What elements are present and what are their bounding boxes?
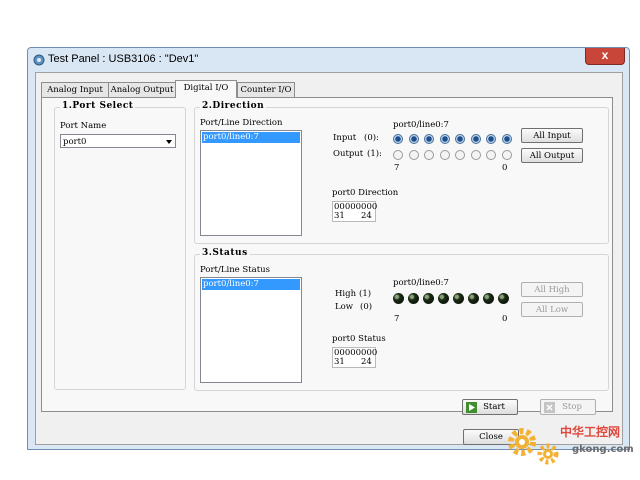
direction-value-label: port0 Direction: [332, 188, 399, 198]
close-icon: x: [601, 48, 609, 62]
high-label: High: [335, 289, 357, 299]
status-led-line-0: [498, 293, 509, 304]
stop-button[interactable]: Stop: [540, 399, 596, 415]
input-label: Input: [333, 133, 357, 143]
all-low-button[interactable]: All Low: [521, 302, 583, 317]
direction-range-hi: 31: [334, 211, 345, 221]
status-led-line-7: [393, 293, 404, 304]
output-radio-line-4[interactable]: [439, 150, 450, 160]
direction-list-label: Port/Line Direction: [200, 118, 283, 128]
tab-counter-io[interactable]: Counter I/O: [237, 82, 295, 97]
output-radio-row: [393, 150, 517, 160]
low-label: Low: [335, 302, 354, 312]
all-output-button[interactable]: All Output: [521, 148, 583, 163]
direction-index-high: 7: [394, 163, 400, 173]
window-title: Test Panel : USB3106 : "Dev1": [48, 53, 199, 65]
input-radio-line-3[interactable]: [455, 134, 465, 144]
input-radio-row: [393, 134, 517, 144]
svg-text:中华工控网: 中华工控网: [560, 424, 620, 439]
digital-io-panel: 1.Port Select Port Name port0 2.Directio…: [41, 97, 613, 415]
high-code: (1): [359, 289, 372, 299]
status-index-low: 0: [502, 314, 508, 324]
gear-icon: [508, 428, 559, 465]
tab-analog-input[interactable]: Analog Input: [41, 82, 109, 97]
all-input-button[interactable]: All Input: [521, 128, 583, 143]
status-value-label: port0 Status: [332, 334, 386, 344]
port-select-title: 1.Port Select: [60, 101, 136, 111]
port-select-group: 1.Port Select Port Name port0: [54, 101, 186, 390]
direction-title: 2.Direction: [200, 101, 267, 111]
tab-digital-io[interactable]: Digital I/O: [175, 80, 237, 98]
chevron-down-icon: [166, 140, 172, 144]
output-radio-line-3[interactable]: [455, 150, 465, 160]
status-list-label: Port/Line Status: [200, 265, 270, 275]
output-radio-line-0[interactable]: [501, 150, 512, 160]
direction-value-box: 00000000 31 24: [332, 201, 377, 222]
all-low-label: All Low: [535, 304, 569, 315]
port-name-label: Port Name: [60, 121, 107, 131]
status-led-line-5: [423, 293, 434, 304]
window-close-button[interactable]: x: [585, 48, 625, 65]
output-radio-line-5[interactable]: [424, 150, 434, 160]
output-radio-line-2[interactable]: [470, 150, 481, 160]
direction-lines-label: port0/line0:7: [393, 120, 449, 130]
output-radio-line-1[interactable]: [486, 150, 496, 160]
port-name-select[interactable]: port0: [60, 134, 176, 148]
status-led-row: [393, 293, 513, 304]
status-list-item[interactable]: port0/line0:7: [202, 279, 300, 290]
status-led-line-1: [483, 293, 494, 304]
status-index-high: 7: [394, 314, 400, 324]
all-output-label: All Output: [529, 150, 575, 161]
all-high-label: All High: [534, 284, 570, 295]
status-title: 3.Status: [200, 248, 250, 258]
app-icon: [33, 54, 45, 66]
start-button[interactable]: Start: [462, 399, 518, 415]
test-panel-window: Test Panel : USB3106 : "Dev1" x Analog I…: [27, 47, 630, 450]
status-led-line-2: [468, 293, 479, 304]
port-name-value: port0: [63, 137, 87, 147]
status-led-line-6: [408, 293, 419, 304]
status-value-box: 00000000 31 24: [332, 347, 377, 368]
input-code: (0):: [364, 133, 379, 143]
direction-index-low: 0: [502, 163, 508, 173]
stop-label: Stop: [562, 402, 582, 412]
gkong-watermark-logo: 中华工控网 gkong.com: [508, 424, 634, 465]
tab-analog-output[interactable]: Analog Output: [108, 82, 176, 97]
direction-group: 2.Direction Port/Line Direction port0/li…: [194, 101, 609, 244]
status-led-line-4: [438, 293, 449, 304]
title-bar[interactable]: Test Panel : USB3106 : "Dev1" x: [28, 48, 629, 72]
input-radio-line-2[interactable]: [470, 134, 481, 144]
all-input-label: All Input: [533, 130, 571, 141]
status-range-hi: 31: [334, 357, 345, 367]
svg-text:gkong.com: gkong.com: [572, 444, 634, 455]
output-code: (1):: [367, 149, 382, 159]
status-listbox[interactable]: port0/line0:7: [200, 277, 302, 383]
status-lines-label: port0/line0:7: [393, 278, 449, 288]
direction-listbox[interactable]: port0/line0:7: [200, 130, 302, 236]
direction-list-item[interactable]: port0/line0:7: [202, 132, 300, 143]
output-label: Output: [333, 149, 364, 159]
input-radio-line-5[interactable]: [424, 134, 434, 144]
input-radio-line-1[interactable]: [486, 134, 496, 144]
input-radio-line-4[interactable]: [439, 134, 450, 144]
input-radio-line-6[interactable]: [408, 134, 419, 144]
output-radio-line-7[interactable]: [393, 150, 403, 160]
start-label: Start: [483, 402, 505, 412]
input-radio-line-7[interactable]: [393, 134, 403, 144]
low-code: (0): [360, 302, 373, 312]
status-range-lo: 24: [361, 357, 372, 367]
direction-range-lo: 24: [361, 211, 372, 221]
status-group: 3.Status Port/Line Status port0/line0:7 …: [194, 248, 609, 391]
status-led-line-3: [453, 293, 464, 304]
input-radio-line-0[interactable]: [501, 134, 512, 144]
all-high-button[interactable]: All High: [521, 282, 583, 297]
output-radio-line-6[interactable]: [408, 150, 419, 160]
client-area: Analog Input Analog Output Digital I/O C…: [35, 72, 623, 445]
